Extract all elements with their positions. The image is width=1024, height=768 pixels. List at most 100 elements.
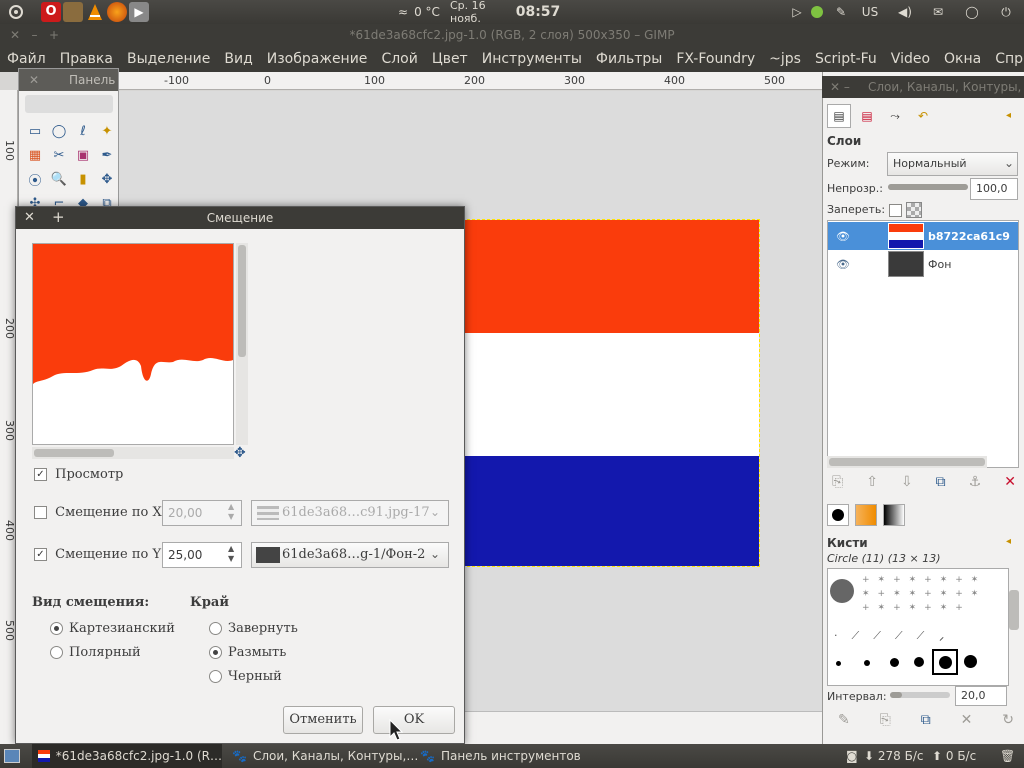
clock[interactable]: 08:57 [516, 2, 561, 22]
offset-y-toggle[interactable]: ✓ Смещение по Y [34, 547, 161, 562]
brush-item-selected[interactable] [932, 649, 958, 675]
edge-black-option[interactable]: Черный [209, 669, 282, 684]
volume-icon[interactable]: ◀) [896, 2, 914, 22]
layer-mode-select[interactable]: Нормальный [887, 152, 1018, 176]
mail-icon[interactable]: ✉ [928, 2, 948, 22]
cancel-button[interactable]: Отменить [283, 706, 363, 734]
preview-area[interactable] [32, 243, 234, 445]
edge-wrap-option[interactable]: Завернуть [209, 621, 298, 636]
offset-y-spinner-icon[interactable]: ▲ ▼ [228, 544, 234, 564]
menu-select[interactable]: Выделение [120, 51, 217, 67]
lock-pixels-checkbox[interactable] [889, 204, 902, 217]
chevron-down-icon[interactable]: ⌄ [430, 505, 440, 519]
play-launcher-icon[interactable]: ▶ [128, 2, 150, 22]
select-by-color-icon[interactable]: ▦ [23, 143, 47, 167]
magic-wand-icon[interactable]: ✦ [95, 119, 119, 143]
offset-x-toggle[interactable]: Смещение по X [34, 505, 162, 520]
power-icon[interactable]: ⏻ [996, 2, 1016, 22]
menu-view[interactable]: Вид [217, 51, 259, 67]
edit-brush-icon[interactable]: ✎ [838, 712, 850, 728]
date-text[interactable]: Ср. 16 нояб. [450, 0, 514, 25]
edge-smear-option[interactable]: Размыть [209, 645, 286, 660]
edge-black-radio[interactable] [209, 670, 222, 683]
new-brush-icon[interactable]: ⎘ [880, 712, 891, 728]
opacity-slider[interactable] [888, 184, 968, 190]
scissors-icon[interactable]: ✂ [47, 143, 71, 167]
eye-icon[interactable]: 👁 [828, 258, 858, 271]
lock-alpha-icon[interactable] [906, 202, 922, 218]
brushes-scrollbar[interactable] [1009, 590, 1019, 630]
edge-wrap-radio[interactable] [209, 622, 222, 635]
tab-brushes-icon[interactable] [827, 504, 849, 526]
menu-tools[interactable]: Инструменты [475, 51, 589, 67]
tab-paths-icon[interactable]: ⤳ [883, 104, 907, 128]
layer-row[interactable]: 👁 Фон [828, 250, 1018, 278]
preview-vscrollbar[interactable] [236, 243, 248, 445]
firefox-launcher-icon[interactable] [106, 2, 128, 22]
opacity-input[interactable]: 100,0 [970, 178, 1018, 200]
menu-edit[interactable]: Правка [53, 51, 120, 67]
taskbar-item-toolbox[interactable]: 🐾 Панель инструментов [414, 744, 614, 768]
menu-script-fu[interactable]: Script-Fu [808, 51, 884, 67]
menu-jps[interactable]: ~jps [762, 51, 808, 67]
ubuntu-logo-icon[interactable] [6, 2, 26, 22]
image-canvas[interactable] [462, 219, 760, 567]
new-layer-icon[interactable]: ⎘ [832, 474, 843, 490]
move-icon[interactable]: ✥ [95, 167, 119, 191]
duplicate-layer-icon[interactable]: ⧉ [936, 474, 946, 490]
offset-x-checkbox[interactable] [34, 506, 47, 519]
raise-layer-icon[interactable]: ⇧ [866, 474, 878, 490]
dock-menu-icon[interactable]: ◂ [1006, 110, 1011, 121]
brush-item[interactable] [836, 661, 841, 666]
gimp-launcher-icon[interactable] [62, 2, 84, 22]
horizontal-ruler[interactable]: -100 0 100 200 300 400 500 [18, 72, 822, 90]
layers-hscrollbar[interactable] [827, 456, 987, 468]
tab-channels-icon[interactable]: ▤ [855, 104, 879, 128]
brush-item[interactable] [964, 655, 977, 668]
menu-layer[interactable]: Слой [374, 51, 424, 67]
offset-x-spinner-icon[interactable]: ▲ ▼ [228, 502, 234, 522]
tab-gradients-icon[interactable] [883, 504, 905, 526]
trash-icon[interactable]: 🗑 [1000, 744, 1020, 768]
mode-polar-option[interactable]: Полярный [50, 645, 141, 660]
spacing-slider[interactable] [890, 692, 950, 698]
menu-image[interactable]: Изображение [260, 51, 375, 67]
brush-item[interactable] [890, 658, 899, 667]
menu-windows[interactable]: Окна [937, 51, 988, 67]
offset-x-source-select[interactable]: 61de3a68…c91.jpg-17 [251, 500, 449, 526]
taskbar-item-layers[interactable]: 🐾 Слои, Каналы, Контуры,… [226, 744, 418, 768]
vlc-launcher-icon[interactable] [84, 2, 106, 22]
mode-polar-radio[interactable] [50, 646, 63, 659]
eye-icon[interactable]: 👁 [828, 230, 858, 243]
anchor-layer-icon[interactable]: ⚓ [969, 474, 982, 490]
pencil-indicator-icon[interactable]: ✎ [832, 2, 850, 22]
menu-filters[interactable]: Фильтры [589, 51, 669, 67]
offset-y-checkbox[interactable]: ✓ [34, 548, 47, 561]
show-desktop-icon[interactable] [4, 744, 24, 768]
brush-item[interactable]: ·⟋⟋⟋⟋⸝ [834, 629, 1004, 649]
network-monitor-icon[interactable]: ◙ [846, 744, 862, 768]
maximize-icon[interactable]: + [52, 208, 65, 226]
delete-layer-icon[interactable]: ✕ [1004, 474, 1016, 490]
brush-item[interactable] [830, 579, 854, 603]
brush-item[interactable] [914, 657, 924, 667]
close-icon[interactable]: ✕ [24, 210, 35, 225]
wilber-drop-area[interactable] [25, 95, 113, 113]
window-controls[interactable]: ✕ – + [10, 28, 59, 42]
close-icon[interactable]: ✕ [29, 73, 39, 87]
refresh-brushes-icon[interactable]: ↻ [1002, 712, 1014, 728]
preview-hscrollbar[interactable] [32, 447, 234, 459]
taskbar-item-image-window[interactable]: *61de3a68cfc2.jpg-1.0 (R… [32, 744, 222, 768]
menu-video[interactable]: Video [884, 51, 937, 67]
dock-window-controls[interactable]: ✕ – [830, 80, 850, 94]
tab-layers-icon[interactable]: ▤ [827, 104, 851, 128]
weather-text[interactable]: 0 °C [412, 2, 442, 22]
mode-cartesian-radio[interactable] [50, 622, 63, 635]
menu-help[interactable]: Справ [988, 51, 1024, 67]
brush-item[interactable] [864, 660, 870, 666]
delete-brush-icon[interactable]: ✕ [961, 712, 973, 728]
menu-color[interactable]: Цвет [425, 51, 475, 67]
edge-smear-radio[interactable] [209, 646, 222, 659]
keyboard-layout[interactable]: US [858, 2, 882, 22]
lasso-icon[interactable]: ℓ [71, 119, 95, 143]
